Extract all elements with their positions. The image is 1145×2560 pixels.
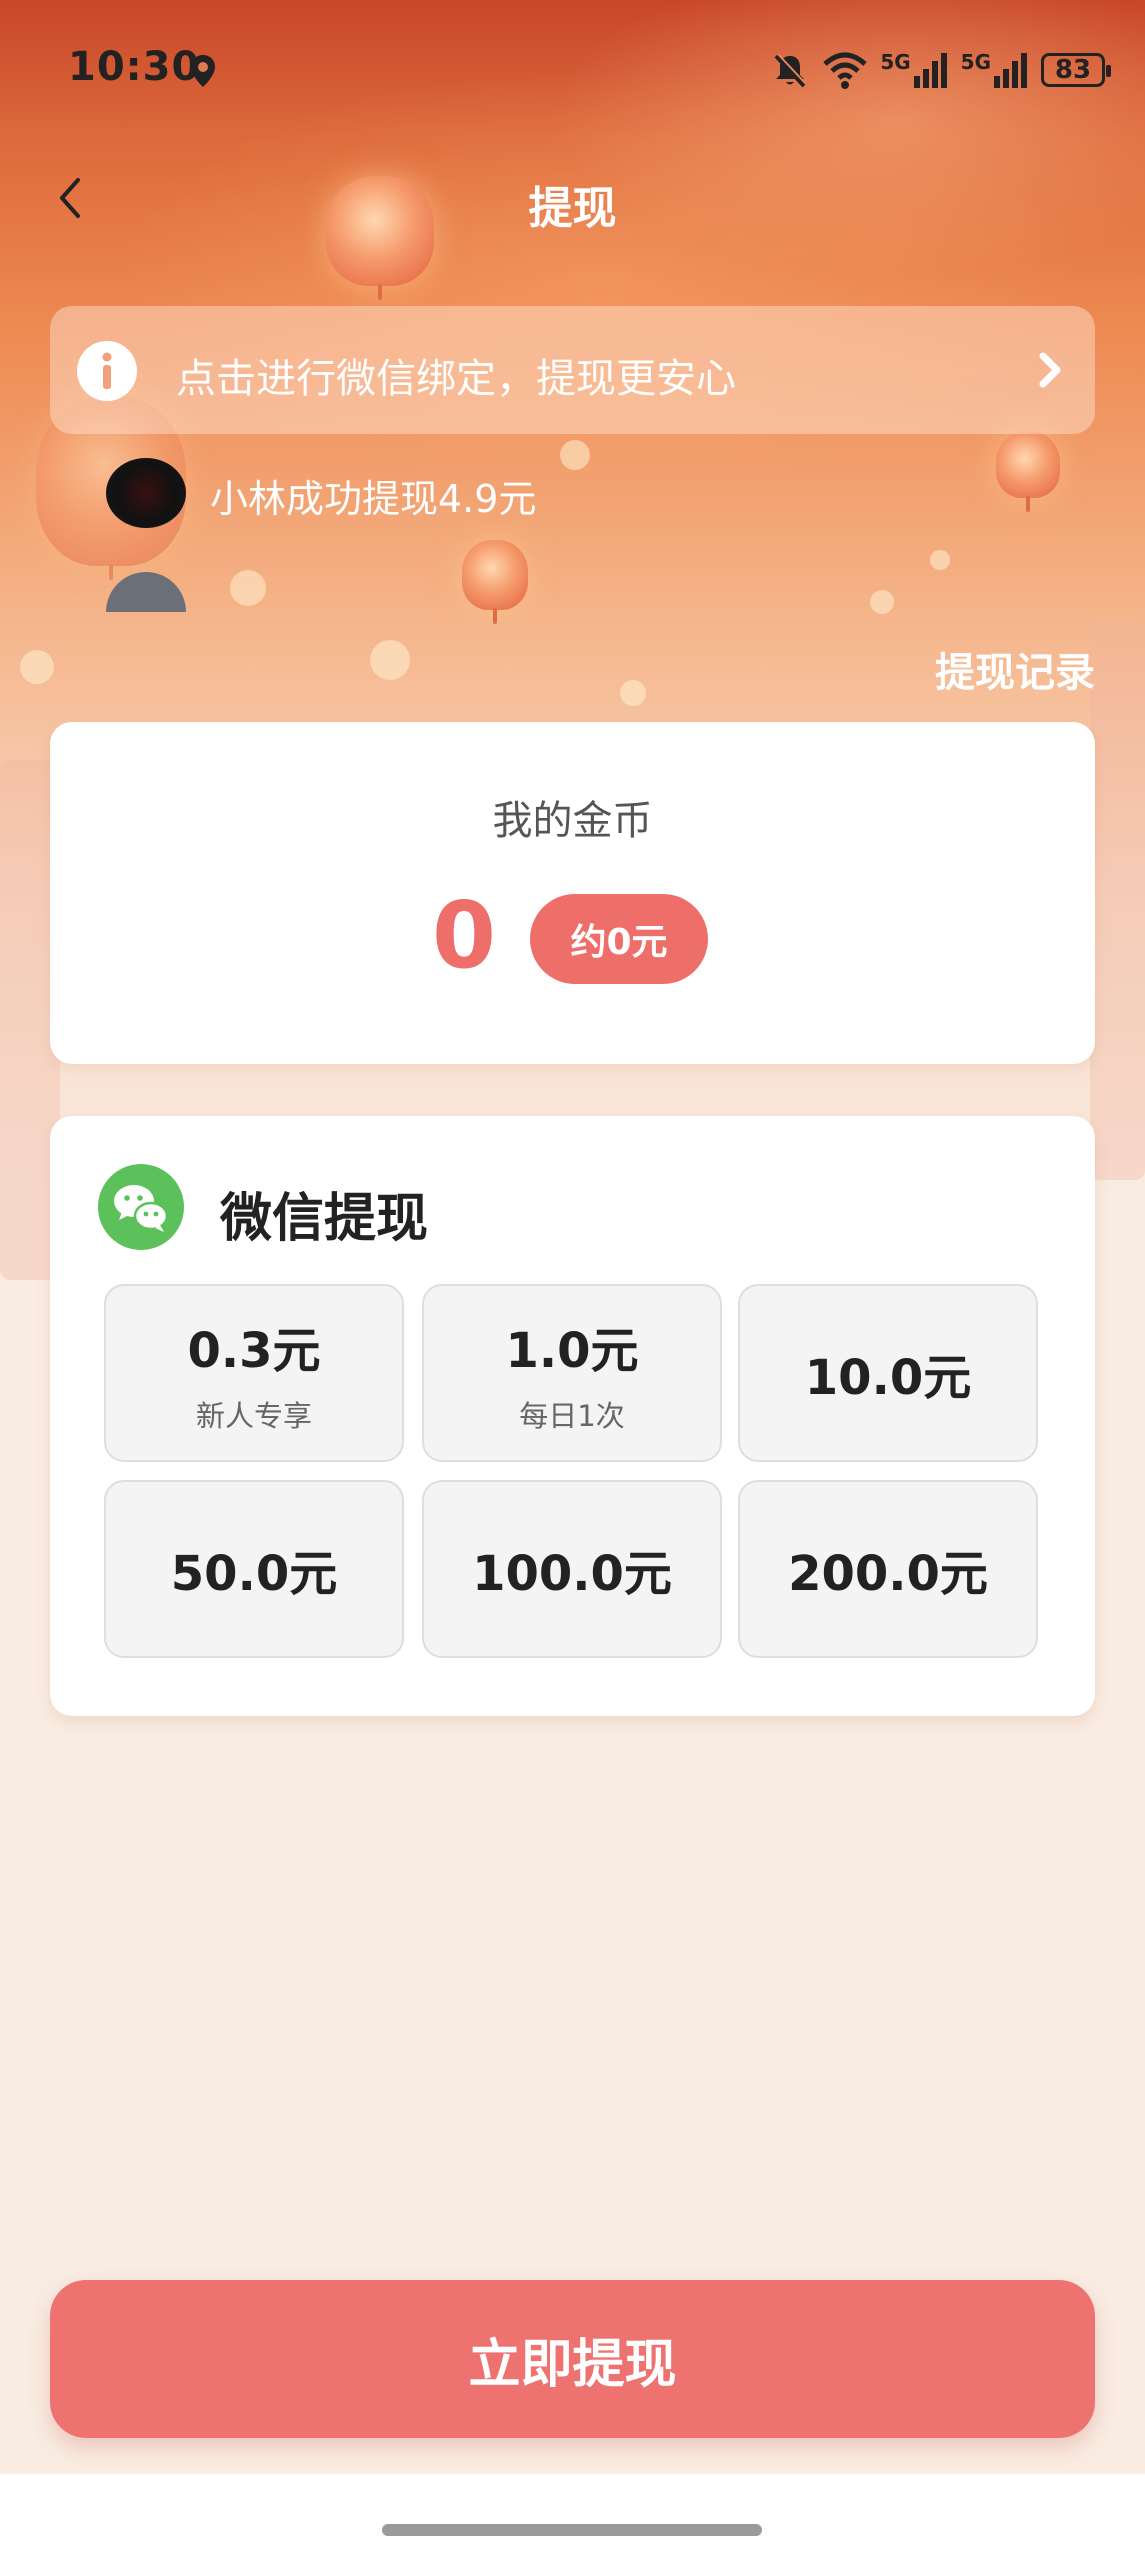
home-indicator[interactable] [382, 2524, 762, 2536]
withdraw-now-button[interactable]: 立即提现 [50, 2280, 1095, 2438]
network-type-label: 5G [880, 50, 911, 74]
option-amount: 0.3元 [187, 1323, 321, 1379]
chevron-right-icon [1039, 352, 1061, 388]
withdraw-option-200.0[interactable]: 200.0元 [738, 1480, 1038, 1658]
lantern-decoration [996, 432, 1060, 512]
withdraw-records-link[interactable]: 提现记录 [935, 640, 1095, 698]
bokeh-light [20, 650, 54, 684]
option-amount: 200.0元 [788, 1546, 988, 1602]
info-icon [77, 341, 137, 401]
notice-text: 点击进行微信绑定，提现更安心 [176, 356, 736, 402]
lantern-decoration [462, 540, 528, 624]
network-type-label: 5G [960, 50, 991, 74]
signal-bars-icon [913, 53, 947, 88]
option-amount: 50.0元 [170, 1546, 338, 1602]
coin-label: 我的金币 [492, 798, 653, 844]
coin-approx-badge: 约0元 [530, 894, 708, 984]
bokeh-light [230, 570, 266, 606]
bokeh-light [370, 640, 410, 680]
signal-bars-icon [994, 53, 1027, 88]
withdraw-option-50.0[interactable]: 50.0元 [104, 1480, 404, 1658]
bottom-bar [0, 2474, 1145, 2560]
coin-value: 0 [432, 882, 497, 989]
bokeh-light [930, 550, 950, 570]
wechat-bind-notice[interactable]: 点击进行微信绑定，提现更安心 [50, 306, 1095, 434]
option-note: 每日1次 [519, 1399, 625, 1433]
wechat-withdraw-title: 微信提现 [220, 1189, 429, 1249]
avatar [106, 458, 186, 528]
cell-signal-2: 5G [961, 52, 1029, 88]
wifi-icon [823, 52, 867, 89]
status-bar: 10:30 5G 5G 83 [0, 0, 1145, 140]
battery-icon: 83 [1041, 53, 1111, 87]
wechat-withdraw-card: 微信提现 0.3元 新人专享 1.0元 每日1次 10.0元 50.0元 100… [50, 1116, 1095, 1716]
coin-balance-card: 我的金币 0 约0元 [50, 722, 1095, 1064]
cell-signal-1: 5G [880, 52, 948, 88]
page-title: 提现 [528, 183, 617, 234]
wechat-icon [98, 1164, 184, 1250]
battery-level: 83 [1054, 55, 1092, 85]
ticker-text: 小林成功提现4.9元 [210, 477, 537, 521]
withdraw-option-100.0[interactable]: 100.0元 [422, 1480, 722, 1658]
page-header: 提现 [0, 150, 1145, 246]
location-icon [191, 55, 215, 87]
withdraw-option-10.0[interactable]: 10.0元 [738, 1284, 1038, 1462]
avatar [106, 572, 186, 612]
building-decoration [1090, 620, 1145, 1180]
bokeh-light [620, 680, 646, 706]
bokeh-light [870, 590, 894, 614]
withdraw-option-0.3[interactable]: 0.3元 新人专享 [104, 1284, 404, 1462]
withdraw-option-1.0[interactable]: 1.0元 每日1次 [422, 1284, 722, 1462]
mute-bell-icon [774, 53, 808, 88]
option-amount: 1.0元 [505, 1323, 639, 1379]
status-icons: 5G 5G 83 [770, 46, 1111, 94]
status-time: 10:30 [68, 44, 201, 90]
bokeh-light [560, 440, 590, 470]
option-amount: 100.0元 [472, 1546, 672, 1602]
option-note: 新人专享 [195, 1399, 312, 1433]
option-amount: 10.0元 [804, 1350, 972, 1406]
